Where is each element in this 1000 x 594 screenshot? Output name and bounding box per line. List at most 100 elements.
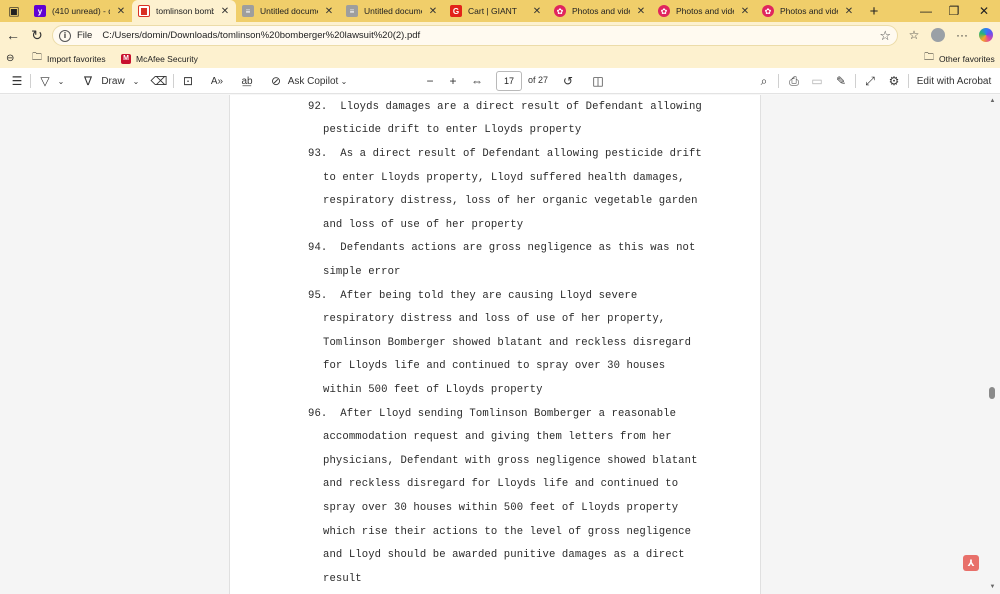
draw-icon[interactable]: ∇: [81, 72, 95, 90]
more-menu-icon[interactable]: ···: [952, 26, 972, 44]
rotate-icon[interactable]: ↺: [560, 72, 576, 90]
close-icon[interactable]: ✕: [636, 6, 646, 17]
document-line: 94. Defendants actions are gross neglige…: [308, 242, 696, 254]
tab-photos-2[interactable]: ✿ Photos and videos ✕: [652, 0, 756, 22]
document-line: Tomlinson Bomberger showed blatant and r…: [323, 337, 692, 349]
other-favorites-link[interactable]: 🗀 Other favorites: [924, 51, 995, 66]
mcafee-link[interactable]: M McAfee Security: [121, 51, 198, 66]
favorites-toggle-icon[interactable]: ⊖: [6, 51, 19, 66]
scroll-up-icon[interactable]: ▲: [989, 97, 996, 104]
close-icon[interactable]: ✕: [324, 6, 334, 17]
scroll-down-icon[interactable]: ▼: [989, 583, 996, 590]
document-line: and reckless disregard for Lloyds life a…: [323, 478, 679, 490]
close-icon[interactable]: ✕: [740, 6, 750, 17]
window-close-icon[interactable]: ✕: [970, 0, 998, 22]
search-icon[interactable]: ⌕: [756, 72, 772, 90]
tab-docs-1[interactable]: ≡ Untitled document ✕: [236, 0, 340, 22]
restore-icon[interactable]: ❐: [940, 0, 968, 22]
document-line: respiratory distress and loss of use of …: [323, 313, 666, 325]
pdf-page: 92. Lloyds damages are a direct result o…: [229, 95, 761, 594]
print-icon[interactable]: ⎙: [786, 72, 802, 90]
import-favorites-label: Import favorites: [47, 53, 106, 64]
close-icon[interactable]: ✕: [844, 6, 854, 17]
document-line: simple error: [323, 266, 401, 278]
save-icon[interactable]: ▭: [809, 72, 825, 90]
folder-icon: 🗀: [924, 52, 934, 63]
edit-with-acrobat-button[interactable]: Edit with Acrobat: [916, 72, 992, 90]
import-favorites-link[interactable]: 🗀 Import favorites: [32, 51, 106, 66]
pdf-viewer[interactable]: 92. Lloyds damages are a direct result o…: [0, 95, 1000, 594]
close-icon[interactable]: ✕: [532, 6, 542, 17]
tab-title: Untitled document: [260, 6, 318, 16]
back-icon[interactable]: ←: [3, 26, 23, 44]
page-number-input[interactable]: 17: [496, 71, 522, 91]
document-line: to enter Lloyds property, Lloyd suffered…: [323, 172, 685, 184]
fit-page-icon[interactable]: ⇔: [469, 72, 485, 90]
toolbar-divider: [778, 74, 779, 88]
favorite-star-icon[interactable]: ☆: [879, 28, 891, 44]
chevron-down-icon[interactable]: ⌄: [338, 72, 350, 90]
address-bar[interactable]: i File C:/Users/domin/Downloads/tomlinso…: [52, 25, 898, 46]
other-favorites-label: Other favorites: [939, 53, 995, 64]
tab-photos-1[interactable]: ✿ Photos and videos ✕: [548, 0, 652, 22]
photos-icon: ✿: [658, 5, 670, 17]
tab-giant-cart[interactable]: G Cart | GIANT ✕: [444, 0, 548, 22]
url-text[interactable]: C:/Users/domin/Downloads/tomlinson%20bom…: [102, 30, 420, 41]
tab-title: (410 unread) - dom: [52, 6, 110, 16]
read-aloud-icon[interactable]: A»: [208, 72, 226, 90]
document-line: within 500 feet of Lloyds property: [323, 384, 543, 396]
document-line: for Lloyds life and continued to spray o…: [323, 360, 666, 372]
docs-icon: ≡: [346, 5, 358, 17]
refresh-icon[interactable]: ↻: [27, 26, 47, 44]
save-as-icon[interactable]: ✎: [833, 72, 849, 90]
pdf-icon: [138, 5, 150, 17]
copilot-small-icon[interactable]: ⊘: [268, 72, 284, 90]
document-line: spray over 30 houses within 500 feet of …: [323, 502, 679, 514]
document-line: respiratory distress, loss of her organi…: [323, 195, 698, 207]
draw-label[interactable]: Draw: [100, 72, 126, 90]
docs-icon: ≡: [242, 5, 254, 17]
new-tab-icon[interactable]: +: [860, 0, 888, 22]
tab-docs-2[interactable]: ≡ Untitled document ✕: [340, 0, 444, 22]
tab-title: tomlinson bomber: [156, 6, 214, 16]
settings-gear-icon[interactable]: ⚙: [886, 72, 902, 90]
zoom-out-icon[interactable]: −: [422, 72, 438, 90]
close-icon[interactable]: ✕: [428, 6, 438, 17]
toolbar-divider: [855, 74, 856, 88]
contents-icon[interactable]: ☰: [8, 72, 26, 90]
tab-pdf[interactable]: tomlinson bomber ✕: [132, 0, 236, 22]
document-line: 96. After Lloyd sending Tomlinson Bomber…: [308, 408, 677, 420]
highlight-icon[interactable]: ▽: [37, 72, 53, 90]
fullscreen-icon[interactable]: ⤢: [862, 72, 878, 90]
info-icon[interactable]: i: [59, 29, 71, 42]
tab-actions-icon[interactable]: ▣: [0, 0, 28, 22]
zoom-in-icon[interactable]: +: [445, 72, 461, 90]
scrollbar-thumb[interactable]: [989, 387, 995, 399]
page-view-icon[interactable]: ◫: [590, 72, 606, 90]
document-line: which rise their actions to the level of…: [323, 526, 692, 538]
favorites-icon[interactable]: ☆: [904, 26, 924, 44]
tab-yahoo-mail[interactable]: y (410 unread) - dom ✕: [28, 0, 132, 22]
tab-strip: ▣ y (410 unread) - dom ✕ tomlinson bombe…: [0, 0, 1000, 22]
tab-photos-3[interactable]: ✿ Photos and videos ✕: [756, 0, 860, 22]
chevron-down-icon[interactable]: ⌄: [130, 72, 142, 90]
close-icon[interactable]: ✕: [116, 6, 126, 17]
folder-import-icon: 🗀: [32, 52, 42, 63]
chevron-down-icon[interactable]: ⌄: [55, 72, 67, 90]
profile-avatar[interactable]: [928, 26, 948, 44]
copilot-icon[interactable]: [976, 26, 996, 44]
mcafee-icon: M: [121, 53, 131, 64]
ask-copilot-label[interactable]: Ask Copilot: [287, 72, 339, 90]
tab-title: Cart | GIANT: [468, 6, 517, 16]
add-text-icon[interactable]: ⊡: [180, 72, 196, 90]
document-line: 93. As a direct result of Defendant allo…: [308, 148, 702, 160]
favorites-bar: ⊖ 🗀 Import favorites M McAfee Security 🗀…: [0, 48, 1000, 68]
document-line: accommodation request and giving them le…: [323, 431, 672, 443]
toolbar-divider: [30, 74, 31, 88]
translate-icon[interactable]: a͟b: [238, 72, 256, 90]
erase-icon[interactable]: ⌫: [151, 72, 168, 90]
minimize-icon[interactable]: —: [912, 0, 940, 22]
close-icon[interactable]: ✕: [220, 6, 230, 17]
acrobat-icon[interactable]: ⅄: [963, 555, 979, 571]
document-line: and Lloyd should be awarded punitive dam…: [323, 549, 685, 561]
